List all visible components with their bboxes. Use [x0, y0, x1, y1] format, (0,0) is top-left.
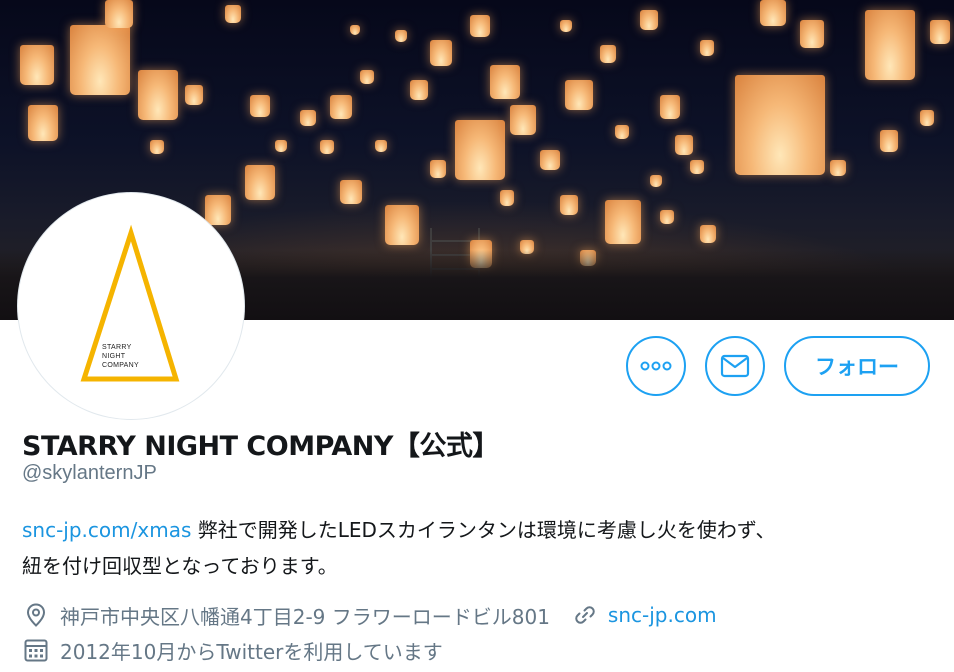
sky-lantern: [700, 225, 716, 243]
profile-meta-joined: 2012年10月からTwitterを利用しています: [22, 635, 443, 665]
sky-lantern: [800, 20, 824, 48]
profile-meta-location: 神戸市中央区八幡通4丁目2-9 フラワーロードビル801 snc-jp.com: [22, 600, 717, 630]
location-text: 神戸市中央区八幡通4丁目2-9 フラワーロードビル801: [60, 604, 550, 629]
sky-lantern: [350, 25, 360, 35]
sky-lantern: [920, 110, 934, 126]
sky-lantern: [250, 95, 270, 117]
profile-handle: @skylanternJP: [22, 462, 157, 484]
location-pin-icon: [26, 603, 46, 627]
sky-lantern: [565, 80, 593, 110]
sky-lantern: [880, 130, 898, 152]
sky-lantern: [930, 20, 950, 44]
sky-lantern: [760, 0, 786, 26]
sky-lantern: [500, 190, 514, 206]
sky-lantern: [185, 85, 203, 105]
sky-lantern: [28, 105, 58, 141]
sky-lantern: [430, 40, 452, 66]
sky-lantern: [105, 0, 133, 28]
starry-night-logo: [80, 224, 180, 382]
more-options-button[interactable]: [626, 336, 686, 396]
sky-lantern: [410, 80, 428, 100]
calendar-icon: [24, 639, 48, 662]
sky-lantern: [395, 30, 407, 42]
sky-lantern: [20, 45, 54, 85]
sky-lantern: [510, 105, 536, 135]
message-button[interactable]: [705, 336, 765, 396]
sky-lantern: [490, 65, 520, 99]
sky-lantern: [830, 160, 846, 176]
sky-lantern: [70, 25, 130, 95]
sky-lantern: [225, 5, 241, 23]
sky-lantern: [560, 195, 578, 215]
bio-line-2: 紐を付け回収型となっております。: [22, 554, 338, 578]
logo-text: STARRY NIGHT COMPANY: [102, 344, 139, 369]
sky-lantern: [540, 150, 560, 170]
sky-lantern: [675, 135, 693, 155]
sky-lantern: [700, 40, 714, 56]
profile-name: STARRY NIGHT COMPANY【公式】: [22, 431, 499, 462]
website-link[interactable]: snc-jp.com: [608, 603, 717, 627]
bio-text-1: 弊社で開発したLEDスカイランタンは環境に考慮し火を使わず、: [191, 518, 776, 542]
envelope-icon: [720, 354, 750, 378]
sky-lantern: [600, 45, 616, 63]
sky-lantern: [245, 165, 275, 200]
profile-avatar[interactable]: [18, 193, 244, 419]
sky-lantern: [455, 120, 505, 180]
sky-lantern: [320, 140, 334, 154]
bio-link[interactable]: snc-jp.com/xmas: [22, 518, 191, 542]
sky-lantern: [330, 95, 352, 119]
more-dots-icon: [640, 361, 672, 371]
sky-lantern: [385, 205, 419, 245]
bio-line-1: snc-jp.com/xmas 弊社で開発したLEDスカイランタンは環境に考慮し…: [22, 512, 932, 548]
sky-lantern: [660, 210, 674, 224]
sky-lantern: [138, 70, 178, 120]
sky-lantern: [865, 10, 915, 80]
sky-lantern: [650, 175, 662, 187]
sky-lantern: [375, 140, 387, 152]
joined-text: 2012年10月からTwitterを利用しています: [60, 639, 443, 664]
sky-lantern: [360, 70, 374, 84]
sky-lantern: [615, 125, 629, 139]
sky-lantern: [470, 15, 490, 37]
sky-lantern: [640, 10, 658, 30]
sky-lantern: [660, 95, 680, 119]
sky-lantern: [300, 110, 316, 126]
link-icon: [575, 606, 595, 624]
sky-lantern: [150, 140, 164, 154]
sky-lantern: [690, 160, 704, 174]
sky-lantern: [340, 180, 362, 204]
profile-bio: snc-jp.com/xmas 弊社で開発したLEDスカイランタンは環境に考慮し…: [22, 512, 932, 584]
sky-lantern: [605, 200, 641, 244]
follow-button[interactable]: フォロー: [784, 336, 930, 396]
sky-lantern: [560, 20, 572, 32]
sky-lantern: [430, 160, 446, 178]
sky-lantern: [275, 140, 287, 152]
sky-lantern: [735, 75, 825, 175]
